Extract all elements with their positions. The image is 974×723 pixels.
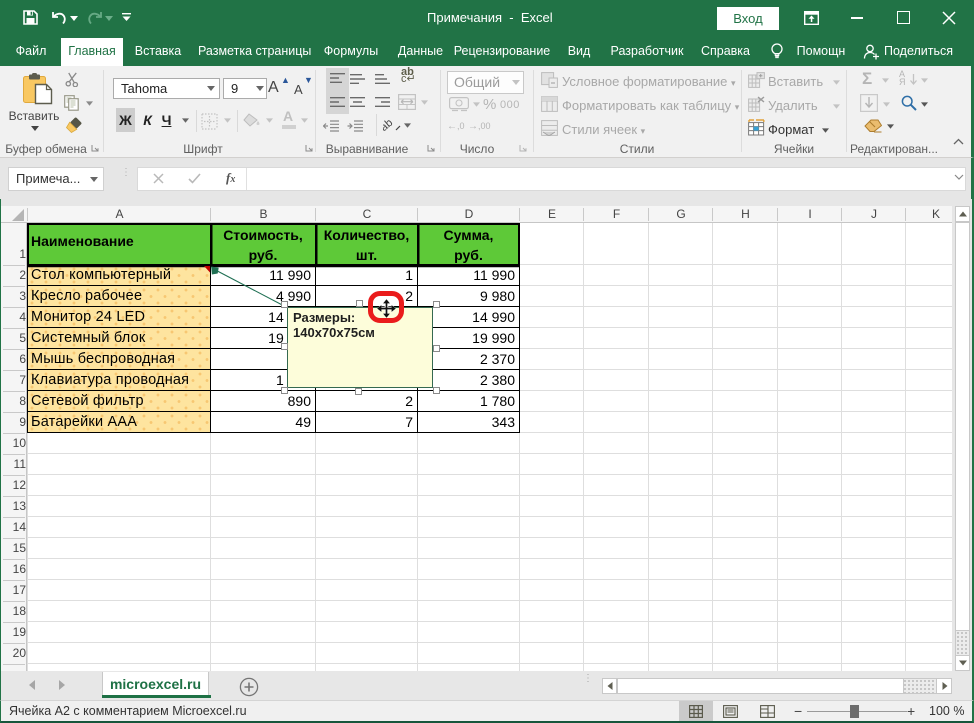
svg-text:ab: ab <box>383 117 395 133</box>
